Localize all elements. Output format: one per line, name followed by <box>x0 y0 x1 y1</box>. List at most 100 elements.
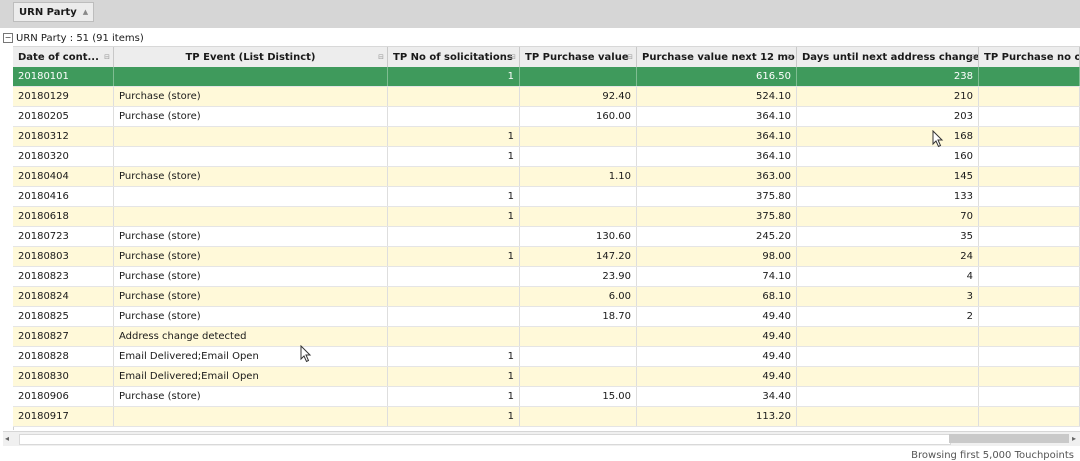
cell-date[interactable]: 20180101 <box>13 67 114 86</box>
cell-purchase-next-12mo[interactable]: 49.40 <box>637 327 797 346</box>
cell-tp-event[interactable]: Purchase (store) <box>114 387 388 406</box>
scroll-left-icon[interactable]: ◂ <box>5 434 9 443</box>
cell-purchase-no-of[interactable] <box>979 267 1080 286</box>
cell-date[interactable]: 20180823 <box>13 267 114 286</box>
cell-tp-event[interactable]: Purchase (store) <box>114 87 388 106</box>
cell-tp-event[interactable] <box>114 407 388 426</box>
cell-purchase-value[interactable]: 18.70 <box>520 307 637 326</box>
cell-days-until-address-change[interactable]: 145 <box>797 167 979 186</box>
cell-days-until-address-change[interactable] <box>797 327 979 346</box>
table-row[interactable]: 20180823 Purchase (store) 23.90 74.10 4 <box>13 267 1080 287</box>
cell-purchase-no-of[interactable] <box>979 107 1080 126</box>
table-row-selected[interactable]: 20180101 1 616.50 238 <box>13 67 1080 87</box>
cell-purchase-next-12mo[interactable]: 49.40 <box>637 367 797 386</box>
table-row[interactable]: 20180320 1 364.10 160 <box>13 147 1080 167</box>
scrollbar-track[interactable] <box>19 434 951 445</box>
cell-days-until-address-change[interactable] <box>797 407 979 426</box>
cell-solicitations[interactable]: 1 <box>388 347 520 366</box>
cell-days-until-address-change[interactable]: 203 <box>797 107 979 126</box>
table-row[interactable]: 20180830 Email Delivered;Email Open 1 49.40 <box>13 367 1080 387</box>
cell-tp-event[interactable]: Email Delivered;Email Open <box>114 347 388 366</box>
cell-purchase-no-of[interactable] <box>979 387 1080 406</box>
table-row[interactable]: 20180828 Email Delivered;Email Open 1 49.40 <box>13 347 1080 367</box>
column-header-days-until-address-change[interactable]: Days until next address change ⊟ <box>797 47 979 68</box>
cell-purchase-next-12mo[interactable]: 364.10 <box>637 147 797 166</box>
cell-purchase-value[interactable]: 23.90 <box>520 267 637 286</box>
cell-purchase-next-12mo[interactable]: 524.10 <box>637 87 797 106</box>
cell-purchase-value[interactable]: 160.00 <box>520 107 637 126</box>
cell-solicitations[interactable] <box>388 267 520 286</box>
cell-purchase-value[interactable] <box>520 367 637 386</box>
filter-icon[interactable]: ⊟ <box>378 53 384 61</box>
cell-purchase-next-12mo[interactable]: 113.20 <box>637 407 797 426</box>
cell-date[interactable]: 20180906 <box>13 387 114 406</box>
cell-purchase-no-of[interactable] <box>979 247 1080 266</box>
cell-days-until-address-change[interactable]: 4 <box>797 267 979 286</box>
cell-purchase-next-12mo[interactable]: 34.40 <box>637 387 797 406</box>
table-row[interactable]: 20180618 1 375.80 70 <box>13 207 1080 227</box>
filter-icon[interactable]: ⊟ <box>104 53 110 61</box>
cell-purchase-next-12mo[interactable]: 616.50 <box>637 67 797 86</box>
table-row[interactable]: 20180824 Purchase (store) 6.00 68.10 3 <box>13 287 1080 307</box>
table-row[interactable]: 20180803 Purchase (store) 1 147.20 98.00 24 <box>13 247 1080 267</box>
cell-purchase-next-12mo[interactable]: 364.10 <box>637 107 797 126</box>
cell-date[interactable]: 20180320 <box>13 147 114 166</box>
cell-solicitations[interactable]: 1 <box>388 407 520 426</box>
column-header-purchase-next-12mo[interactable]: Purchase value next 12 mo ⊟ <box>637 47 797 68</box>
cell-solicitations[interactable]: 1 <box>388 387 520 406</box>
cell-days-until-address-change[interactable]: 35 <box>797 227 979 246</box>
cell-purchase-value[interactable]: 147.20 <box>520 247 637 266</box>
cell-days-until-address-change[interactable] <box>797 367 979 386</box>
cell-purchase-no-of[interactable] <box>979 167 1080 186</box>
cell-purchase-value[interactable]: 92.40 <box>520 87 637 106</box>
cell-date[interactable]: 20180825 <box>13 307 114 326</box>
cell-purchase-no-of[interactable] <box>979 187 1080 206</box>
cell-purchase-next-12mo[interactable]: 49.40 <box>637 307 797 326</box>
cell-purchase-value[interactable] <box>520 407 637 426</box>
cell-purchase-value[interactable]: 6.00 <box>520 287 637 306</box>
column-header-purchase-value[interactable]: TP Purchase value ⊟ <box>520 47 637 68</box>
cell-solicitations[interactable] <box>388 327 520 346</box>
table-row[interactable]: 20180917 1 113.20 <box>13 407 1080 427</box>
cell-purchase-no-of[interactable] <box>979 147 1080 166</box>
column-header-solicitations[interactable]: TP No of solicitations ⊟ <box>388 47 520 68</box>
cell-days-until-address-change[interactable]: 238 <box>797 67 979 86</box>
cell-solicitations[interactable] <box>388 87 520 106</box>
cell-purchase-next-12mo[interactable]: 375.80 <box>637 187 797 206</box>
cell-tp-event[interactable]: Email Delivered;Email Open <box>114 367 388 386</box>
cell-days-until-address-change[interactable]: 70 <box>797 207 979 226</box>
table-row[interactable]: 20180827 Address change detected 49.40 <box>13 327 1080 347</box>
cell-days-until-address-change[interactable]: 24 <box>797 247 979 266</box>
cell-date[interactable]: 20180828 <box>13 347 114 366</box>
table-row[interactable]: 20180312 1 364.10 168 <box>13 127 1080 147</box>
cell-purchase-value[interactable]: 130.60 <box>520 227 637 246</box>
table-row[interactable]: 20180404 Purchase (store) 1.10 363.00 145 <box>13 167 1080 187</box>
cell-solicitations[interactable]: 1 <box>388 67 520 86</box>
collapse-icon[interactable]: − <box>3 33 13 43</box>
table-row[interactable]: 20180416 1 375.80 133 <box>13 187 1080 207</box>
cell-purchase-value[interactable]: 15.00 <box>520 387 637 406</box>
cell-purchase-no-of[interactable] <box>979 287 1080 306</box>
column-header-tp-event[interactable]: TP Event (List Distinct) ⊟ <box>114 47 388 68</box>
cell-purchase-next-12mo[interactable]: 74.10 <box>637 267 797 286</box>
cell-date[interactable]: 20180205 <box>13 107 114 126</box>
column-header-purchase-no-of[interactable]: TP Purchase no of <box>979 47 1080 68</box>
cell-date[interactable]: 20180129 <box>13 87 114 106</box>
cell-purchase-no-of[interactable] <box>979 407 1080 426</box>
cell-solicitations[interactable]: 1 <box>388 147 520 166</box>
cell-solicitations[interactable]: 1 <box>388 127 520 146</box>
table-row[interactable]: 20180825 Purchase (store) 18.70 49.40 2 <box>13 307 1080 327</box>
cell-solicitations[interactable] <box>388 307 520 326</box>
cell-tp-event[interactable] <box>114 147 388 166</box>
cell-date[interactable]: 20180404 <box>13 167 114 186</box>
cell-date[interactable]: 20180803 <box>13 247 114 266</box>
table-row[interactable]: 20180723 Purchase (store) 130.60 245.20 35 <box>13 227 1080 247</box>
cell-solicitations[interactable]: 1 <box>388 367 520 386</box>
group-chip-urn-party[interactable]: URN Party ▲ <box>13 2 95 22</box>
cell-date[interactable]: 20180416 <box>13 187 114 206</box>
filter-icon[interactable]: ⊟ <box>627 53 633 61</box>
cell-purchase-value[interactable]: 1.10 <box>520 167 637 186</box>
table-row[interactable]: 20180906 Purchase (store) 1 15.00 34.40 <box>13 387 1080 407</box>
cell-purchase-no-of[interactable] <box>979 347 1080 366</box>
scrollbar-thumb[interactable] <box>949 434 1069 443</box>
